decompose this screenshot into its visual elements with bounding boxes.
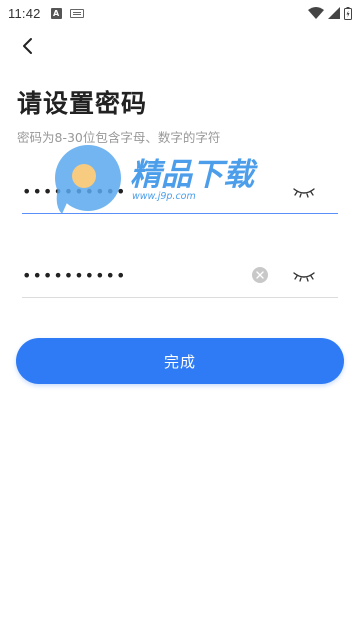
status-time: 11:42 xyxy=(8,5,41,21)
eye-closed-icon xyxy=(293,188,315,198)
toggle-confirm-visibility-button[interactable] xyxy=(292,266,316,286)
password-field xyxy=(22,170,338,214)
password-input[interactable] xyxy=(22,176,222,207)
toggle-password-visibility-button[interactable] xyxy=(292,182,316,202)
clear-input-button[interactable] xyxy=(252,267,268,283)
wifi-icon xyxy=(308,7,324,19)
set-password-screen: 11:42 A 请设置密码 密码为8-30位包含字母、数字的字符 •••••••… xyxy=(0,0,360,640)
status-notification-icons: A xyxy=(50,7,84,19)
close-icon xyxy=(256,271,264,279)
done-button[interactable]: 完成 xyxy=(16,338,344,384)
password-rule-hint: 密码为8-30位包含字母、数字的字符 xyxy=(17,130,221,145)
back-button[interactable] xyxy=(14,33,40,59)
page-title: 请设置密码 xyxy=(17,89,148,118)
signal-icon xyxy=(328,7,340,19)
status-bar: 11:42 A xyxy=(0,0,360,26)
status-system-icons xyxy=(308,6,352,20)
eye-closed-icon xyxy=(293,272,315,282)
confirm-password-field xyxy=(22,254,338,298)
back-arrow-icon xyxy=(23,38,32,54)
confirm-password-input[interactable] xyxy=(22,260,222,291)
app-notification-icon: A xyxy=(50,7,62,19)
keyboard-icon xyxy=(69,8,84,18)
battery-icon xyxy=(344,6,352,20)
